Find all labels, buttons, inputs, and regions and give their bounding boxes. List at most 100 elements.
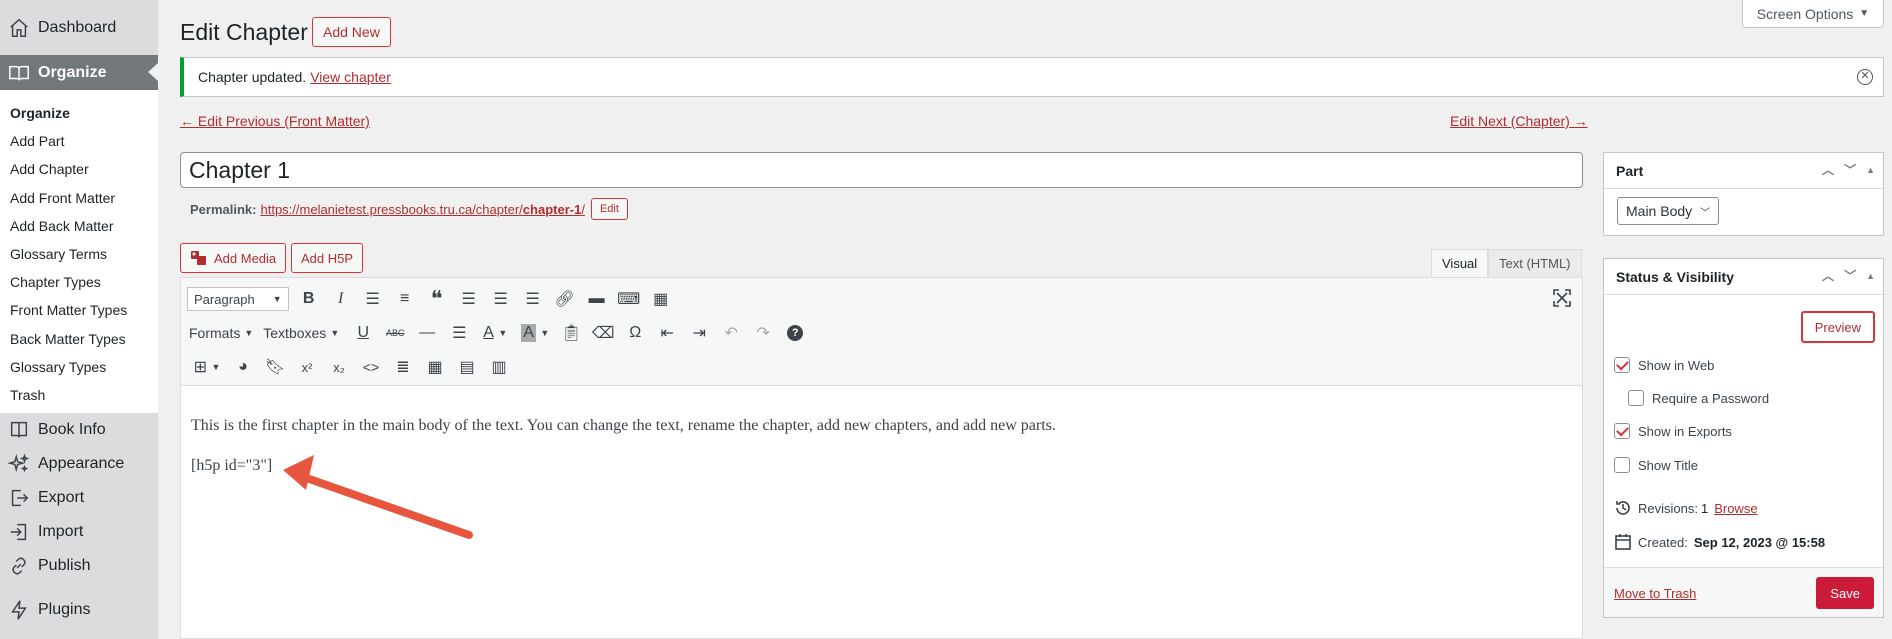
- chevron-up-icon[interactable]: ︿: [1822, 161, 1834, 178]
- sidebar-item-organize[interactable]: Organize: [0, 55, 158, 90]
- justify-icon[interactable]: ☰: [443, 319, 475, 347]
- add-new-button[interactable]: Add New: [312, 17, 391, 47]
- submenu-item-trash[interactable]: Trash: [0, 381, 158, 409]
- submenu-item-back-matter-types[interactable]: Back Matter Types: [0, 325, 158, 353]
- part-select-value: Main Body: [1626, 203, 1693, 219]
- redo-icon[interactable]: ↷: [747, 319, 779, 347]
- toolbar-toggle-icon[interactable]: ▦: [645, 285, 677, 313]
- chevron-down-icon[interactable]: ﹀: [1844, 161, 1856, 178]
- sidebar-item-publish[interactable]: Publish: [0, 549, 158, 583]
- submenu-item-add-front-matter[interactable]: Add Front Matter: [0, 184, 158, 212]
- submenu-item-glossary-types[interactable]: Glossary Types: [0, 353, 158, 381]
- help-icon[interactable]: ?: [779, 319, 811, 347]
- edit-previous-link[interactable]: ← Edit Previous (Front Matter): [180, 113, 370, 129]
- fullscreen-icon[interactable]: [1552, 288, 1572, 308]
- submenu-item-organize[interactable]: Organize: [0, 99, 158, 127]
- browse-revisions-link[interactable]: Browse: [1714, 501, 1757, 516]
- link-icon[interactable]: 🔗︎: [549, 285, 581, 313]
- checkbox-label: Require a Password: [1652, 390, 1770, 406]
- italic-icon[interactable]: I: [325, 285, 357, 313]
- paste-text-icon[interactable]: 📋︎: [555, 319, 587, 347]
- chevron-up-icon[interactable]: ︿: [1822, 267, 1834, 284]
- sidebar-item-export[interactable]: Export: [0, 481, 158, 515]
- part-panel-header: Part ︿ ﹀ ▲: [1604, 153, 1883, 189]
- subscript-icon[interactable]: x₂: [323, 353, 355, 381]
- checkbox-unchecked[interactable]: [1614, 457, 1630, 473]
- panel-controls: ︿ ﹀ ▲: [1822, 267, 1875, 284]
- view-chapter-link[interactable]: View chapter: [310, 69, 391, 85]
- sidebar-item-dashboard[interactable]: Dashboard: [0, 0, 158, 55]
- align-center-icon[interactable]: ☰: [485, 285, 517, 313]
- formats-menu[interactable]: Formats ▼: [187, 325, 261, 341]
- permalink-row: Permalink: https://melanietest.pressbook…: [190, 198, 628, 220]
- underline-icon[interactable]: U: [347, 319, 379, 347]
- sidebar-item-appearance[interactable]: Appearance: [0, 447, 158, 481]
- undo-icon[interactable]: ↶: [715, 319, 747, 347]
- special-character-icon[interactable]: Ω: [619, 319, 651, 347]
- checkbox-unchecked[interactable]: [1628, 390, 1644, 406]
- add-media-button[interactable]: Add Media: [180, 243, 287, 273]
- keyboard-icon[interactable]: ⌨︎: [613, 285, 645, 313]
- blockquote-icon[interactable]: ❝: [421, 285, 453, 313]
- outdent-icon[interactable]: ⇤: [651, 319, 683, 347]
- align-left-icon[interactable]: ☰: [453, 285, 485, 313]
- code-icon[interactable]: <>: [355, 353, 387, 381]
- sparkles-icon: [8, 453, 30, 473]
- numbered-list-icon[interactable]: ≡: [389, 285, 421, 313]
- show-in-web-checkbox[interactable]: Show in Web: [1614, 357, 1714, 373]
- require-password-checkbox[interactable]: Require a Password: [1628, 390, 1769, 406]
- clear-formatting-icon[interactable]: ⌫: [587, 319, 619, 347]
- add-h5p-button[interactable]: Add H5P: [291, 243, 364, 273]
- sidebar-item-book-info[interactable]: Book Info: [0, 413, 158, 447]
- annotation-arrow-icon: [283, 455, 473, 539]
- move-to-trash-link[interactable]: Move to Trash: [1614, 586, 1696, 601]
- sidebar-item-plugins[interactable]: Plugins: [0, 593, 158, 627]
- superscript-icon[interactable]: x²: [291, 353, 323, 381]
- home-icon: [10, 18, 28, 37]
- dismiss-icon[interactable]: ✕: [1857, 69, 1873, 85]
- chevron-down-icon[interactable]: ﹀: [1844, 267, 1856, 284]
- screen-options-button[interactable]: Screen Options ▼: [1742, 0, 1884, 28]
- edit-next-link[interactable]: Edit Next (Chapter) →: [1450, 113, 1588, 129]
- table-icon[interactable]: ⊞ ▼: [187, 353, 227, 381]
- tab-visual[interactable]: Visual: [1431, 249, 1489, 277]
- footnote-icon[interactable]: ≣: [387, 353, 419, 381]
- sidebar-item-import[interactable]: Import: [0, 515, 158, 549]
- submenu-item-add-chapter[interactable]: Add Chapter: [0, 155, 158, 183]
- calculator-icon[interactable]: ▤: [451, 353, 483, 381]
- glossary-icon[interactable]: ▥: [483, 353, 515, 381]
- part-select[interactable]: Main Body ﹀: [1617, 197, 1720, 225]
- background-color-icon[interactable]: A ▼: [515, 319, 555, 347]
- align-right-icon[interactable]: ☰: [517, 285, 549, 313]
- horizontal-line-icon[interactable]: —: [411, 319, 443, 347]
- text-color-icon[interactable]: A ▼: [475, 319, 515, 347]
- submenu-item-glossary-terms[interactable]: Glossary Terms: [0, 240, 158, 268]
- permalink-edit-button[interactable]: Edit: [590, 198, 628, 220]
- caret-up-icon[interactable]: ▲: [1866, 271, 1875, 281]
- submenu-item-add-part[interactable]: Add Part: [0, 127, 158, 155]
- caret-up-icon[interactable]: ▲: [1866, 165, 1875, 175]
- indent-icon[interactable]: ⇥: [683, 319, 715, 347]
- blocks-icon[interactable]: ▦: [419, 353, 451, 381]
- tab-text-html[interactable]: Text (HTML): [1488, 249, 1582, 277]
- submenu-item-front-matter-types[interactable]: Front Matter Types: [0, 296, 158, 324]
- read-more-icon[interactable]: ▬: [581, 285, 613, 313]
- chapter-title-input[interactable]: Chapter 1: [180, 152, 1583, 188]
- caret-down-icon: ▼: [330, 328, 340, 338]
- strikethrough-icon[interactable]: ABC: [379, 319, 411, 347]
- submenu-item-chapter-types[interactable]: Chapter Types: [0, 268, 158, 296]
- checkbox-checked[interactable]: [1614, 357, 1630, 373]
- checkbox-checked[interactable]: [1614, 423, 1630, 439]
- show-title-checkbox[interactable]: Show Title: [1614, 457, 1698, 473]
- anchor-color-icon[interactable]: ◕: [227, 353, 259, 381]
- bookmark-icon[interactable]: 🔖︎: [259, 353, 291, 381]
- show-in-exports-checkbox[interactable]: Show in Exports: [1614, 423, 1732, 439]
- bullet-list-icon[interactable]: ☰: [357, 285, 389, 313]
- save-button[interactable]: Save: [1816, 577, 1874, 609]
- permalink-link[interactable]: https://melanietest.pressbooks.tru.ca/ch…: [260, 202, 584, 217]
- preview-button[interactable]: Preview: [1800, 311, 1875, 343]
- format-select[interactable]: Paragraph ▼: [187, 287, 289, 311]
- textboxes-menu[interactable]: Textboxes ▼: [261, 325, 347, 341]
- submenu-item-add-back-matter[interactable]: Add Back Matter: [0, 212, 158, 240]
- bold-icon[interactable]: B: [293, 285, 325, 313]
